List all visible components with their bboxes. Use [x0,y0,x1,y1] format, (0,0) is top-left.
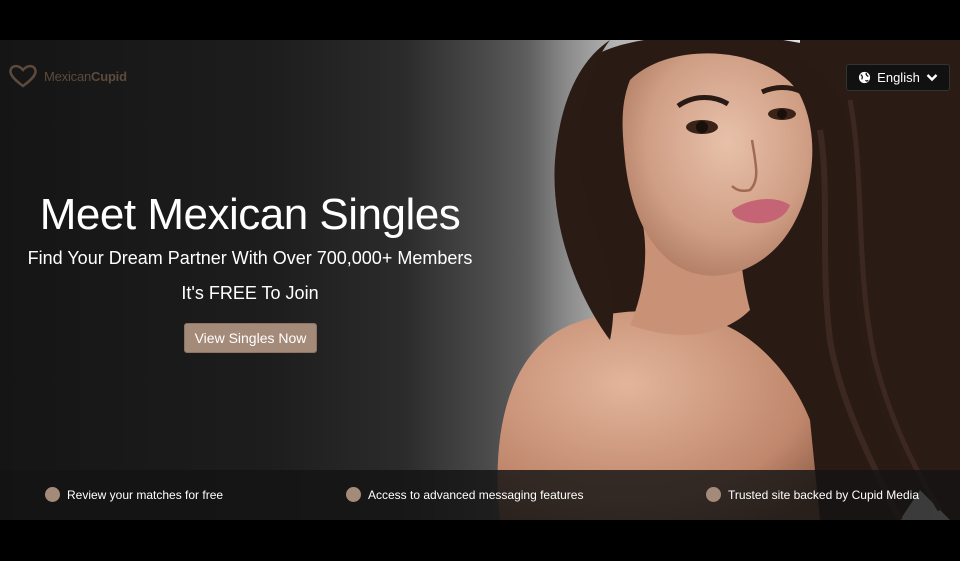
feature-label: Access to advanced messaging features [368,487,584,502]
hero-tagline: It's FREE To Join [181,283,319,303]
hero-headline: Meet Mexican Singles [39,190,461,239]
feature-item: Access to advanced messaging features [346,487,583,502]
feature-item: Trusted site backed by Cupid Media [706,487,919,502]
circle-bullet-icon [45,487,60,502]
letterbox-top [0,0,960,40]
view-singles-button[interactable]: View Singles Now [184,323,317,353]
letterbox-bottom [0,520,960,561]
feature-item: Review your matches for free [45,487,223,502]
circle-bullet-icon [346,487,361,502]
brand-name: MexicanCupid [44,68,127,84]
circle-bullet-icon [706,487,721,502]
heart-outline-icon [9,64,37,88]
language-selector[interactable]: English [846,64,950,91]
feature-label: Review your matches for free [67,487,224,502]
hero-section: MexicanCupid English Meet Mexican Single… [0,40,960,520]
hero-photo [470,40,960,520]
chevron-down-icon [926,74,938,82]
feature-label: Trusted site backed by Cupid Media [728,487,919,502]
language-label: English [877,70,920,85]
features-bar: Review your matches for free Access to a… [0,470,960,520]
hero-subheadline: Find Your Dream Partner With Over 700,00… [27,248,473,268]
globe-icon [859,71,871,84]
brand-logo[interactable]: MexicanCupid [8,64,127,88]
